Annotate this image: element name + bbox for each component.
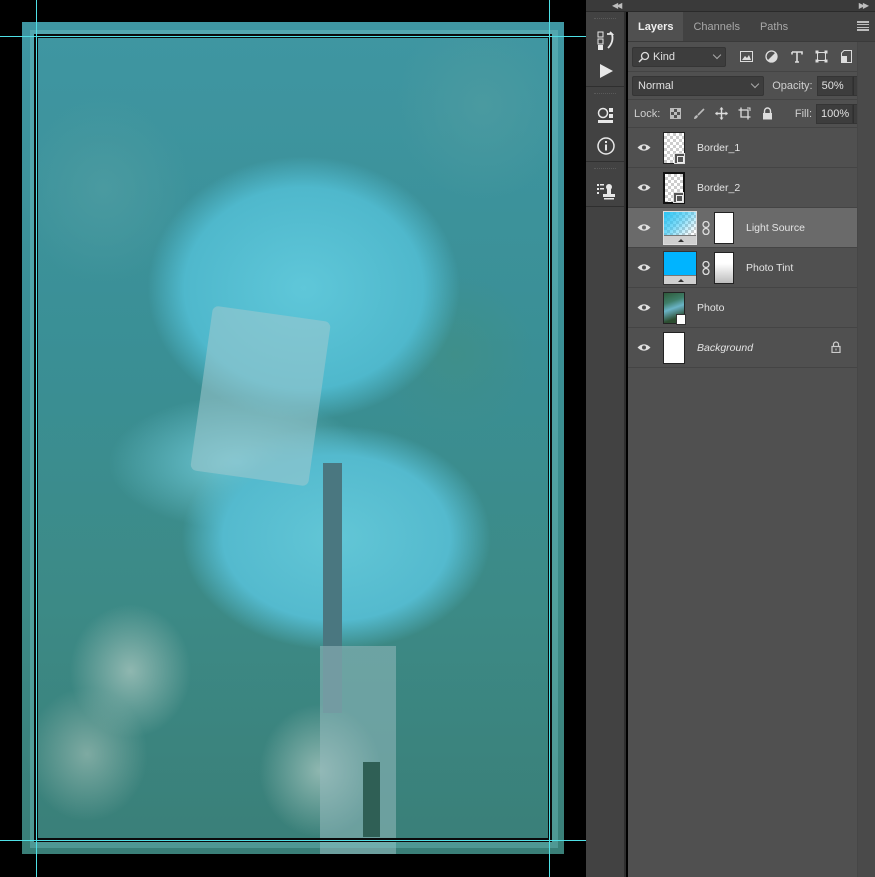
layer-mask-thumbnail[interactable] [714,211,734,244]
visibility-eye-icon[interactable] [628,183,660,192]
lock-all-icon[interactable] [756,104,779,124]
history-icon[interactable] [586,26,626,56]
fill-label: Fill: [794,107,812,120]
guide-horizontal-bottom[interactable] [0,840,586,841]
lock-label: Lock: [634,107,661,120]
layers-panel: Layers Channels Paths Kind Normal Opacit… [628,12,875,877]
adjustment-filter-icon[interactable] [759,47,784,67]
shape-filter-icon[interactable] [809,47,834,67]
layer-row-photo-tint[interactable]: Photo Tint [628,248,857,288]
tab-layers[interactable]: Layers [628,12,684,41]
blend-mode-value: Normal [638,79,674,92]
solid-fill-thumbnail [663,250,697,285]
tab-channels[interactable]: Channels [683,12,749,41]
visibility-eye-icon[interactable] [628,303,660,312]
search-icon [638,51,650,63]
lock-transparency-icon[interactable] [664,104,687,124]
actions-play-icon[interactable] [586,56,626,86]
layer-name[interactable]: Photo [697,302,724,314]
fill-input[interactable]: 100% [816,103,853,124]
layer-row-border-1[interactable]: Border_1 [628,128,857,168]
shape-layer-icon [673,191,684,203]
group-grip[interactable] [594,18,616,22]
type-filter-icon[interactable] [784,47,809,67]
dock-group-2 [586,87,624,162]
layer-mask-thumbnail[interactable] [714,251,734,284]
guide-vertical-left[interactable] [36,0,37,877]
panel-tabs: Layers Channels Paths [628,12,875,42]
blend-row: Normal Opacity: 50% [628,72,875,100]
layer-thumbnail [663,291,686,325]
layer-thumbnail [663,131,685,164]
layer-name[interactable]: Border_2 [697,182,740,194]
filter-kind-select[interactable]: Kind [632,46,726,67]
shape-layer-icon [674,152,685,164]
dock-group-3 [586,162,624,207]
panel-dock-strip [586,12,626,877]
pixel-filter-icon[interactable] [734,47,759,67]
smart-object-icon [676,313,686,325]
layer-list: Border_1 Border_2 Light Source Photo Tin… [628,128,875,368]
layer-name[interactable]: Photo Tint [746,262,793,274]
group-grip[interactable] [594,168,616,172]
mask-link-icon[interactable] [700,220,712,235]
layer-name[interactable]: Border_1 [697,142,740,154]
filter-row: Kind [628,42,875,72]
layer-row-border-2[interactable]: Border_2 [628,168,857,208]
libraries-icon[interactable] [586,101,626,131]
lock-artboard-icon[interactable] [733,104,756,124]
filter-kind-label: Kind [653,50,676,63]
document-canvas[interactable] [0,0,586,877]
visibility-eye-icon[interactable] [628,223,660,232]
tab-paths[interactable]: Paths [750,12,798,41]
gradient-fill-thumbnail [663,210,697,245]
visibility-eye-icon[interactable] [628,143,660,152]
layer-thumbnail [663,331,685,364]
dock-group-1 [586,12,624,87]
layer-row-light-source[interactable]: Light Source [628,208,857,248]
layer-thumbnail [663,171,685,204]
panel-collapse-bar: ◀◀ ▶▶ [586,0,875,12]
collapse-right-icon[interactable]: ▶▶ [859,0,869,12]
smart-object-filter-icon[interactable] [834,47,859,67]
lock-pixels-brush-icon[interactable] [687,104,710,124]
lock-icons [664,104,779,124]
mask-link-icon[interactable] [700,260,712,275]
layer-row-photo[interactable]: Photo [628,288,857,328]
lock-row: Lock: Fill: 100% [628,100,875,128]
lock-position-move-icon[interactable] [710,104,733,124]
layer-name[interactable]: Background [697,342,753,354]
border-1-shape [34,34,552,842]
layer-lock-icon[interactable] [831,341,841,356]
visibility-eye-icon[interactable] [628,343,660,352]
collapse-left-icon[interactable]: ◀◀ [612,0,622,12]
layer-name[interactable]: Light Source [746,222,805,234]
info-icon[interactable] [586,131,626,161]
guide-vertical-right[interactable] [549,0,550,877]
opacity-input[interactable]: 50% [816,75,854,96]
filter-icons [734,45,872,67]
layers-scroll-gutter[interactable] [857,42,875,877]
guide-horizontal-top[interactable] [0,36,586,37]
layer-row-background[interactable]: Background [628,328,857,368]
chevron-down-icon [712,50,722,59]
panel-menu-icon[interactable] [857,21,869,31]
visibility-eye-icon[interactable] [628,263,660,272]
clone-source-icon[interactable] [586,176,626,206]
chevron-down-icon [751,79,760,88]
group-grip[interactable] [594,93,616,97]
opacity-label: Opacity: [772,79,813,92]
blend-mode-select[interactable]: Normal [632,75,765,96]
